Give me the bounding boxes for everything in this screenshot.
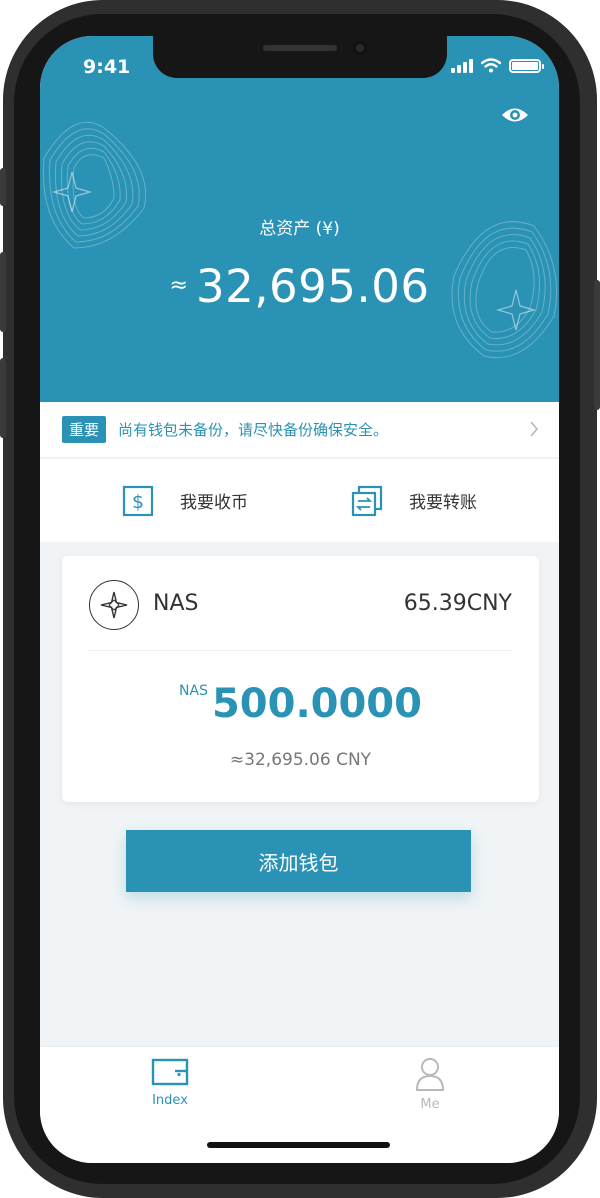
tab-index-label: Index bbox=[152, 1093, 188, 1108]
token-price: 65.39CNY bbox=[403, 591, 512, 616]
important-badge: 重要 bbox=[62, 416, 107, 443]
transfer-label: 我要转账 bbox=[409, 493, 477, 513]
tab-index[interactable]: Index bbox=[110, 1057, 230, 1108]
battery-icon bbox=[509, 58, 544, 73]
balance-unit: NAS bbox=[179, 683, 208, 699]
power-button bbox=[594, 280, 600, 410]
volume-up-button bbox=[0, 252, 6, 332]
eye-icon bbox=[502, 108, 528, 122]
balance-cny-value: ≈32,695.06 CNY bbox=[229, 750, 372, 770]
front-camera bbox=[353, 41, 367, 55]
speaker-grille bbox=[263, 45, 337, 51]
dollar-icon: $ bbox=[122, 485, 154, 516]
balance-row: NAS 500.0000 bbox=[62, 681, 539, 727]
total-assets-value: 32,695.06 bbox=[195, 260, 430, 313]
svg-text:$: $ bbox=[132, 491, 144, 513]
token-name: NAS bbox=[153, 591, 199, 616]
add-wallet-button[interactable]: 添加钱包 bbox=[126, 830, 471, 892]
status-icons bbox=[451, 58, 544, 73]
wallet-icon bbox=[151, 1058, 189, 1086]
wifi-icon bbox=[481, 58, 501, 73]
phone-notch bbox=[153, 36, 447, 78]
tab-me-label: Me bbox=[420, 1097, 440, 1112]
wallet-card[interactable]: NAS 65.39CNY NAS 500.0000 ≈32,695.06 CNY bbox=[62, 556, 539, 802]
toggle-visibility-button[interactable] bbox=[500, 104, 530, 126]
receive-label: 我要收币 bbox=[180, 493, 248, 513]
signal-icon bbox=[451, 58, 473, 73]
volume-down-button bbox=[0, 358, 6, 438]
status-time: 9:41 bbox=[83, 56, 131, 78]
backup-notice-text: 尚有钱包未备份，请尽快备份确保安全。 bbox=[118, 421, 389, 439]
chevron-right-icon bbox=[530, 421, 539, 437]
nas-logo-icon bbox=[89, 580, 139, 630]
receive-button[interactable]: $ 我要收币 bbox=[122, 459, 248, 542]
home-indicator bbox=[207, 1142, 390, 1148]
decorative-contour-pattern bbox=[42, 121, 147, 249]
tab-me[interactable]: Me bbox=[370, 1057, 490, 1112]
total-assets-row: ≈32,695.06 bbox=[40, 260, 559, 313]
total-assets-label: 总资产 (¥) bbox=[259, 219, 340, 239]
balance-value: 500.0000 bbox=[211, 681, 422, 727]
transfer-icon bbox=[351, 485, 383, 516]
card-divider bbox=[89, 650, 512, 651]
assets-header: 9:41 总资产 (¥) ≈ 32,695.06 bbox=[40, 36, 559, 402]
mute-switch bbox=[0, 168, 6, 206]
backup-notice-bar[interactable]: 重要 尚有钱包未备份，请尽快备份确保安全。 bbox=[40, 402, 559, 458]
user-icon bbox=[415, 1058, 445, 1091]
approx-symbol: ≈ bbox=[169, 273, 188, 298]
transfer-button[interactable]: 我要转账 bbox=[351, 459, 477, 542]
app-screen: 9:41 总资产 (¥) ≈ 32,695.06 重要 尚有钱包未备份，请尽快备… bbox=[40, 36, 559, 1163]
quick-actions: $ 我要收币 我要转账 bbox=[40, 459, 559, 542]
phone-device: 9:41 总资产 (¥) ≈ 32,695.06 重要 尚有钱包未备份，请尽快备… bbox=[0, 0, 600, 1198]
